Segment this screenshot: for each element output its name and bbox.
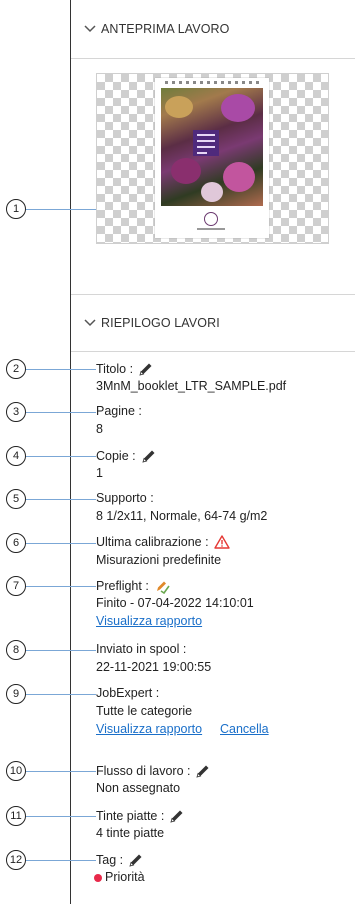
callout-4: 4 bbox=[6, 446, 26, 466]
copies-value: 1 bbox=[96, 466, 103, 480]
preview-section-header[interactable]: ANTEPRIMA LAVORO bbox=[71, 0, 355, 59]
preflight-field-label: Preflight : bbox=[96, 578, 170, 594]
workflow-value: Non assegnato bbox=[96, 781, 181, 795]
pages-value: 8 bbox=[96, 422, 103, 436]
job-preview-thumbnail[interactable] bbox=[96, 73, 329, 244]
callout-leader bbox=[26, 499, 96, 500]
jobexpert-clear-link[interactable]: Cancella bbox=[220, 722, 269, 736]
preview-page bbox=[155, 78, 269, 238]
preflight-check-icon bbox=[154, 578, 170, 594]
callout-leader bbox=[26, 694, 96, 695]
callout-11: 11 bbox=[6, 806, 26, 826]
preflight-value: Finito - 07-04-2022 14:10:01 bbox=[96, 596, 254, 610]
pages-field-label: Pagine : bbox=[96, 404, 142, 418]
chevron-down-icon[interactable] bbox=[79, 25, 101, 33]
callout-1: 1 bbox=[6, 199, 26, 219]
title-value: 3MnM_booklet_LTR_SAMPLE.pdf bbox=[96, 379, 287, 393]
title-field-label: Titolo : bbox=[96, 361, 154, 377]
callout-leader bbox=[26, 771, 96, 772]
callout-leader bbox=[26, 412, 96, 413]
callout-7: 7 bbox=[6, 576, 26, 596]
callout-leader bbox=[26, 369, 96, 370]
jobexpert-value: Tutte le categorie bbox=[96, 704, 193, 718]
workflow-field-label: Flusso di lavoro : bbox=[96, 763, 211, 779]
callout-leader bbox=[26, 860, 96, 861]
callout-5: 5 bbox=[6, 489, 26, 509]
summary-section-title: RIEPILOGO LAVORI bbox=[101, 316, 220, 330]
pencil-icon[interactable] bbox=[141, 448, 157, 464]
pencil-icon[interactable] bbox=[138, 361, 154, 377]
callout-3: 3 bbox=[6, 402, 26, 422]
callout-12: 12 bbox=[6, 850, 26, 870]
pencil-icon[interactable] bbox=[128, 852, 144, 868]
callout-9: 9 bbox=[6, 684, 26, 704]
calibration-field-label: Ultima calibrazione : bbox=[96, 535, 230, 549]
panel-left-border bbox=[70, 0, 71, 904]
callout-10: 10 bbox=[6, 761, 26, 781]
callout-6: 6 bbox=[6, 533, 26, 553]
spot-colors-value: 4 tinte piatte bbox=[96, 826, 165, 840]
pencil-icon[interactable] bbox=[195, 763, 211, 779]
pencil-icon[interactable] bbox=[169, 808, 185, 824]
callout-2: 2 bbox=[6, 359, 26, 379]
preflight-view-report-link[interactable]: Visualizza rapporto bbox=[96, 614, 202, 628]
copies-field-label: Copie : bbox=[96, 448, 157, 464]
media-value: 8 1/2x11, Normale, 64-74 g/m2 bbox=[96, 509, 268, 523]
summary-section-header[interactable]: RIEPILOGO LAVORI bbox=[71, 295, 355, 352]
callout-leader bbox=[26, 650, 96, 651]
callout-leader bbox=[26, 209, 96, 210]
spooled-value: 22-11-2021 19:00:55 bbox=[96, 660, 212, 674]
tag-color-dot bbox=[94, 873, 102, 882]
callout-leader bbox=[26, 456, 96, 457]
warning-icon bbox=[213, 535, 230, 549]
jobexpert-view-report-link[interactable]: Visualizza rapporto bbox=[96, 722, 202, 736]
callout-leader bbox=[26, 816, 96, 817]
callout-8: 8 bbox=[6, 640, 26, 660]
jobexpert-field-label: JobExpert : bbox=[96, 686, 160, 700]
tag-value: Priorità bbox=[94, 870, 145, 884]
chevron-down-icon[interactable] bbox=[79, 319, 101, 327]
callout-leader bbox=[26, 586, 96, 587]
calibration-value: Misurazioni predefinite bbox=[96, 553, 222, 567]
media-field-label: Supporto : bbox=[96, 491, 154, 505]
preview-section-title: ANTEPRIMA LAVORO bbox=[101, 22, 230, 36]
spooled-field-label: Inviato in spool : bbox=[96, 642, 187, 656]
callout-leader bbox=[26, 543, 96, 544]
tag-field-label: Tag : bbox=[96, 852, 144, 868]
spot-colors-field-label: Tinte piatte : bbox=[96, 808, 185, 824]
